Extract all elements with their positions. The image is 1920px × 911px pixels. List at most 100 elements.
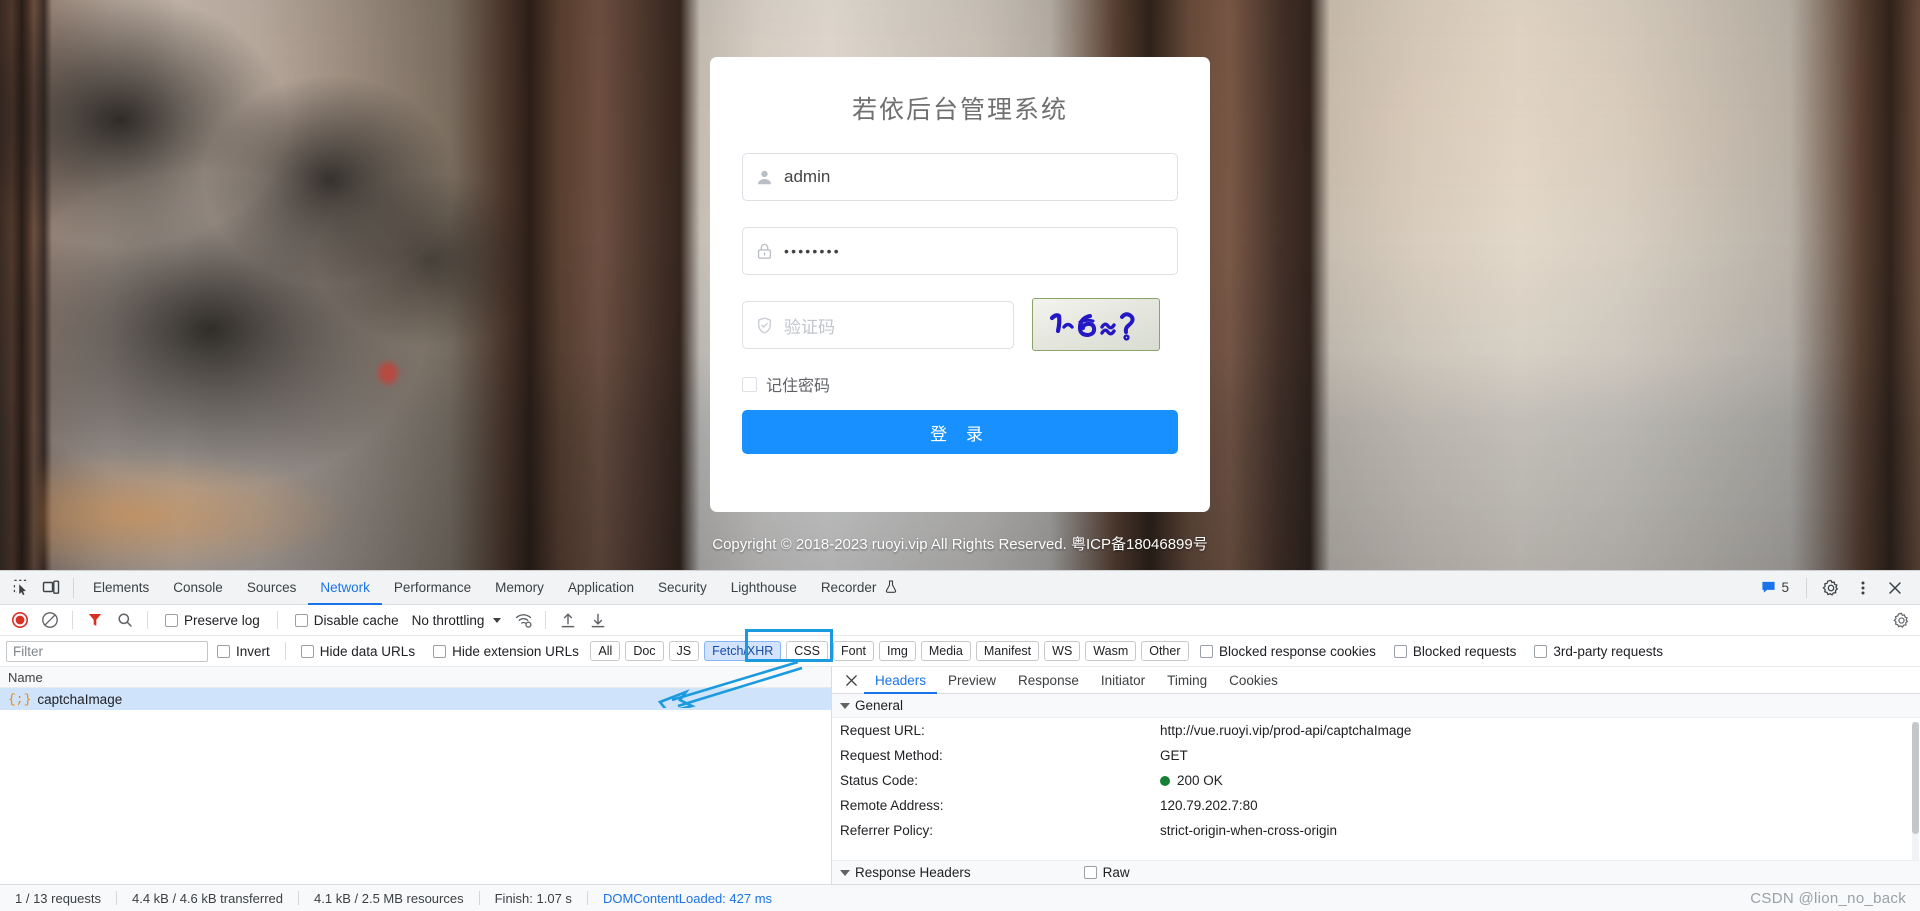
network-conditions-icon[interactable]	[509, 607, 537, 633]
filter-chip-js[interactable]: JS	[668, 641, 700, 661]
username-field[interactable]: admin	[742, 153, 1178, 201]
detail-tab-preview[interactable]: Preview	[937, 667, 1007, 694]
login-button[interactable]: 登 录	[742, 410, 1178, 454]
chevron-down-icon	[840, 702, 850, 709]
detail-tab-timing[interactable]: Timing	[1156, 667, 1218, 694]
tab-elements[interactable]: Elements	[81, 571, 161, 605]
record-button[interactable]	[6, 607, 34, 633]
tab-recorder[interactable]: Recorder	[809, 571, 909, 605]
filter-funnel-icon[interactable]	[81, 607, 109, 633]
blocked-response-cookies-checkbox[interactable]: Blocked response cookies	[1191, 644, 1385, 659]
invert-checkbox[interactable]: Invert	[208, 644, 279, 659]
captcha-image[interactable]	[1032, 298, 1160, 351]
status-requests: 1 / 13 requests	[15, 890, 101, 906]
password-value: ••••••••	[784, 243, 841, 259]
detail-value: http://vue.ruoyi.vip/prod-api/captchaIma…	[1160, 723, 1412, 738]
filter-chip-wasm[interactable]: Wasm	[1085, 641, 1137, 661]
filter-chip-other[interactable]: Other	[1141, 641, 1189, 661]
general-section-header[interactable]: General	[832, 694, 1920, 718]
password-field[interactable]: ••••••••	[742, 227, 1178, 275]
tab-console[interactable]: Console	[161, 571, 235, 605]
detail-tab-initiator[interactable]: Initiator	[1090, 667, 1156, 694]
preserve-log-checkbox[interactable]: Preserve log	[156, 613, 269, 628]
lock-icon	[755, 242, 774, 261]
disable-cache-checkbox[interactable]: Disable cache	[286, 613, 408, 628]
table-row[interactable]: {;} captchaImage	[0, 688, 831, 710]
tab-security[interactable]: Security	[646, 571, 719, 605]
hide-extension-urls-checkbox[interactable]: Hide extension URLs	[424, 644, 588, 659]
invert-label: Invert	[236, 643, 270, 659]
detail-key: Remote Address:	[840, 798, 944, 813]
checkbox-box	[1083, 866, 1097, 879]
request-name: captchaImage	[37, 691, 123, 707]
detail-row-referrer-policy: Referrer Policy: strict-origin-when-cros…	[832, 818, 1920, 843]
tab-performance[interactable]: Performance	[382, 571, 483, 605]
hide-data-urls-label: Hide data URLs	[319, 643, 416, 659]
filter-chip-font[interactable]: Font	[832, 641, 874, 661]
filter-chip-manifest[interactable]: Manifest	[975, 641, 1040, 661]
device-toolbar-icon[interactable]	[36, 574, 66, 602]
detail-row-status-code: Status Code: 200 OK	[832, 768, 1920, 793]
details-scroll-area: General Request URL: http://vue.ruoyi.vi…	[832, 694, 1920, 884]
checkbox-box	[165, 613, 178, 627]
toolbar-divider-3	[72, 611, 73, 629]
tab-memory[interactable]: Memory	[483, 571, 556, 605]
close-devtools-icon[interactable]	[1880, 574, 1910, 602]
tab-application[interactable]: Application	[556, 571, 646, 605]
filter-chip-fetch-xhr[interactable]: Fetch/XHR	[704, 641, 782, 661]
details-scrollbar[interactable]	[1912, 722, 1919, 872]
filter-input[interactable]	[6, 640, 208, 662]
captcha-input-field[interactable]: 验证码	[742, 301, 1014, 349]
detail-row-request-url: Request URL: http://vue.ruoyi.vip/prod-a…	[832, 718, 1920, 743]
detail-tab-cookies[interactable]: Cookies	[1218, 667, 1289, 694]
message-count: 5	[1781, 580, 1789, 595]
filter-chip-css[interactable]: CSS	[786, 641, 828, 661]
filter-chip-media[interactable]: Media	[920, 641, 971, 661]
filter-chip-doc[interactable]: Doc	[625, 641, 664, 661]
filter-divider-1	[284, 642, 286, 660]
request-details-tabbar: Headers Preview Response Initiator Timin…	[832, 667, 1920, 694]
background-red-dot	[378, 362, 398, 384]
settings-gear-icon[interactable]	[1816, 574, 1846, 602]
tab-network[interactable]: Network	[308, 571, 382, 605]
remember-password-checkbox[interactable]: 记住密码	[742, 372, 830, 396]
detail-tab-headers[interactable]: Headers	[864, 667, 937, 694]
close-details-icon[interactable]	[838, 667, 864, 693]
clear-button[interactable]	[36, 607, 64, 633]
blocked-requests-label: Blocked requests	[1412, 643, 1517, 659]
checkbox-box	[433, 644, 447, 658]
throttling-select[interactable]: No throttling	[410, 613, 508, 628]
detail-value: 120.79.202.7:80	[1160, 798, 1258, 813]
filter-chip-img[interactable]: Img	[879, 641, 916, 661]
checkbox-box	[300, 644, 314, 658]
third-party-requests-checkbox[interactable]: 3rd-party requests	[1525, 644, 1672, 659]
remember-password-label: 记住密码	[766, 378, 831, 395]
toolbar-divider	[73, 577, 74, 598]
filter-chip-ws[interactable]: WS	[1044, 641, 1081, 661]
chevron-down-icon	[840, 869, 850, 876]
checkbox-box	[1200, 644, 1213, 658]
hide-data-urls-checkbox[interactable]: Hide data URLs	[292, 644, 424, 659]
search-icon[interactable]	[111, 607, 139, 633]
tab-recorder-label: Recorder	[820, 579, 877, 595]
network-settings-gear-icon[interactable]	[1892, 607, 1920, 633]
detail-tab-response[interactable]: Response	[1007, 667, 1090, 694]
raw-checkbox[interactable]: Raw	[1083, 865, 1130, 880]
detail-key: Request URL:	[840, 723, 925, 738]
tab-lighthouse[interactable]: Lighthouse	[719, 571, 809, 605]
inspect-element-icon[interactable]	[6, 574, 36, 602]
status-dom-content-loaded: DOMContentLoaded: 427 ms	[602, 890, 773, 906]
blocked-requests-checkbox[interactable]: Blocked requests	[1385, 644, 1526, 659]
message-badge[interactable]: 5	[1753, 580, 1797, 595]
detail-key: Referrer Policy:	[840, 823, 934, 838]
import-har-icon[interactable]	[554, 607, 582, 633]
detail-value: 200 OK	[1177, 773, 1223, 788]
response-headers-section[interactable]: Response Headers Raw	[832, 860, 1920, 884]
tab-sources[interactable]: Sources	[235, 571, 309, 605]
status-resources: 4.1 kB / 2.5 MB resources	[314, 890, 464, 906]
more-options-icon[interactable]	[1848, 574, 1878, 602]
export-har-icon[interactable]	[584, 607, 612, 633]
filter-chip-all[interactable]: All	[590, 641, 621, 661]
status-transferred: 4.4 kB / 4.6 kB transferred	[132, 890, 284, 906]
detail-row-remote-address: Remote Address: 120.79.202.7:80	[832, 793, 1920, 818]
